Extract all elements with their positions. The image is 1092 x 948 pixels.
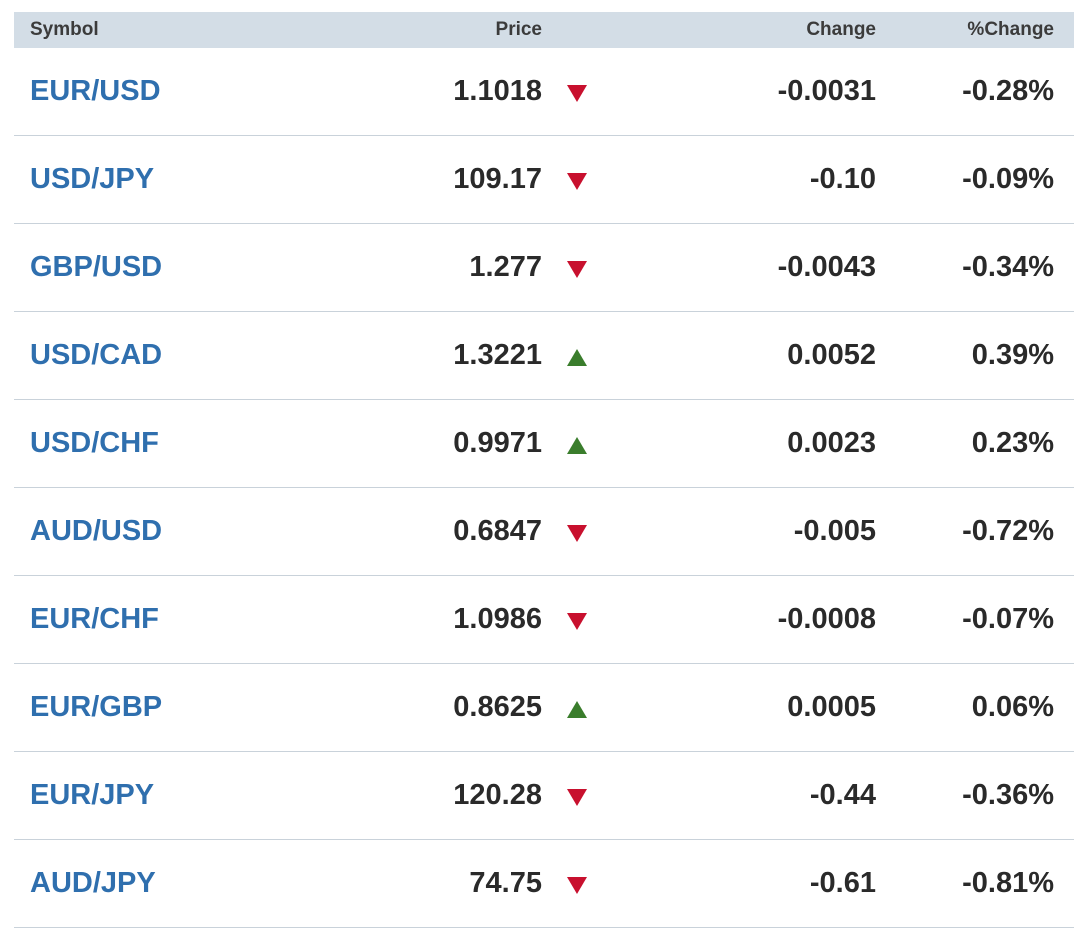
table-row: USD/CAD 1.3221 0.0052 0.39% <box>14 312 1074 400</box>
symbol-link[interactable]: AUD/JPY <box>14 867 274 900</box>
symbol-link[interactable]: GBP/USD <box>14 251 274 284</box>
table-row: EUR/CHF 1.0986 -0.0008 -0.07% <box>14 576 1074 664</box>
direction-cell <box>542 345 612 366</box>
direction-cell <box>542 873 612 894</box>
price-value: 0.8625 <box>453 691 542 723</box>
direction-cell <box>542 609 612 630</box>
triangle-down-icon <box>567 525 587 542</box>
header-symbol: Symbol <box>30 19 99 40</box>
pct-change-value: 0.39% <box>971 339 1054 371</box>
direction-cell <box>542 697 612 718</box>
change-value: -0.0031 <box>777 75 876 107</box>
pct-change-value: 0.23% <box>971 427 1054 459</box>
header-change: Change <box>806 19 876 40</box>
table-row: EUR/GBP 0.8625 0.0005 0.06% <box>14 664 1074 752</box>
direction-cell <box>542 521 612 542</box>
price-value: 1.1018 <box>453 75 542 107</box>
symbol-link[interactable]: EUR/CHF <box>14 603 274 636</box>
pct-change-value: -0.36% <box>962 779 1054 811</box>
pct-change-value: -0.72% <box>962 515 1054 547</box>
change-value: -0.005 <box>793 515 876 547</box>
table-body: EUR/USD 1.1018 -0.0031 -0.28% USD/JPY 109.17 -… <box>14 48 1074 928</box>
pct-change-value: -0.34% <box>962 251 1054 283</box>
triangle-down-icon <box>567 789 587 806</box>
pct-change-value: -0.28% <box>962 75 1054 107</box>
direction-cell <box>542 257 612 278</box>
price-value: 109.17 <box>453 163 542 195</box>
symbol-link[interactable]: EUR/USD <box>14 75 274 108</box>
change-value: -0.0043 <box>777 251 876 283</box>
table-row: USD/CHF 0.9971 0.0023 0.23% <box>14 400 1074 488</box>
symbol-link[interactable]: USD/JPY <box>14 163 274 196</box>
symbol-link[interactable]: USD/CHF <box>14 427 274 460</box>
symbol-link[interactable]: EUR/JPY <box>14 779 274 812</box>
triangle-down-icon <box>567 85 587 102</box>
change-value: -0.10 <box>809 163 876 195</box>
price-value: 0.9971 <box>453 427 542 459</box>
change-value: 0.0052 <box>787 339 876 371</box>
triangle-up-icon <box>567 349 587 366</box>
price-value: 1.3221 <box>453 339 542 371</box>
triangle-up-icon <box>567 701 587 718</box>
direction-cell <box>542 433 612 454</box>
price-value: 1.277 <box>469 251 542 283</box>
table-row: EUR/USD 1.1018 -0.0031 -0.28% <box>14 48 1074 136</box>
pct-change-value: -0.09% <box>962 163 1054 195</box>
pct-change-value: 0.06% <box>971 691 1054 723</box>
symbol-link[interactable]: AUD/USD <box>14 515 274 548</box>
triangle-down-icon <box>567 261 587 278</box>
table-row: AUD/USD 0.6847 -0.005 -0.72% <box>14 488 1074 576</box>
pct-change-value: -0.81% <box>962 867 1054 899</box>
table-row: USD/JPY 109.17 -0.10 -0.09% <box>14 136 1074 224</box>
change-value: -0.61 <box>809 867 876 899</box>
triangle-down-icon <box>567 613 587 630</box>
direction-cell <box>542 169 612 190</box>
change-value: 0.0023 <box>787 427 876 459</box>
direction-cell <box>542 785 612 806</box>
header-pct-change: %Change <box>967 19 1054 40</box>
fx-quotes-table: Symbol Price Change %Change EUR/USD 1.101… <box>14 12 1074 928</box>
table-row: AUD/JPY 74.75 -0.61 -0.81% <box>14 840 1074 928</box>
direction-cell <box>542 81 612 102</box>
price-value: 0.6847 <box>453 515 542 547</box>
table-header: Symbol Price Change %Change <box>14 12 1074 48</box>
price-value: 1.0986 <box>453 603 542 635</box>
change-value: -0.44 <box>809 779 876 811</box>
price-value: 74.75 <box>469 867 542 899</box>
price-value: 120.28 <box>453 779 542 811</box>
triangle-up-icon <box>567 437 587 454</box>
table-row: EUR/JPY 120.28 -0.44 -0.36% <box>14 752 1074 840</box>
symbol-link[interactable]: EUR/GBP <box>14 691 274 724</box>
triangle-down-icon <box>567 877 587 894</box>
symbol-link[interactable]: USD/CAD <box>14 339 274 372</box>
triangle-down-icon <box>567 173 587 190</box>
pct-change-value: -0.07% <box>962 603 1054 635</box>
change-value: 0.0005 <box>787 691 876 723</box>
header-price: Price <box>495 19 542 40</box>
change-value: -0.0008 <box>777 603 876 635</box>
table-row: GBP/USD 1.277 -0.0043 -0.34% <box>14 224 1074 312</box>
